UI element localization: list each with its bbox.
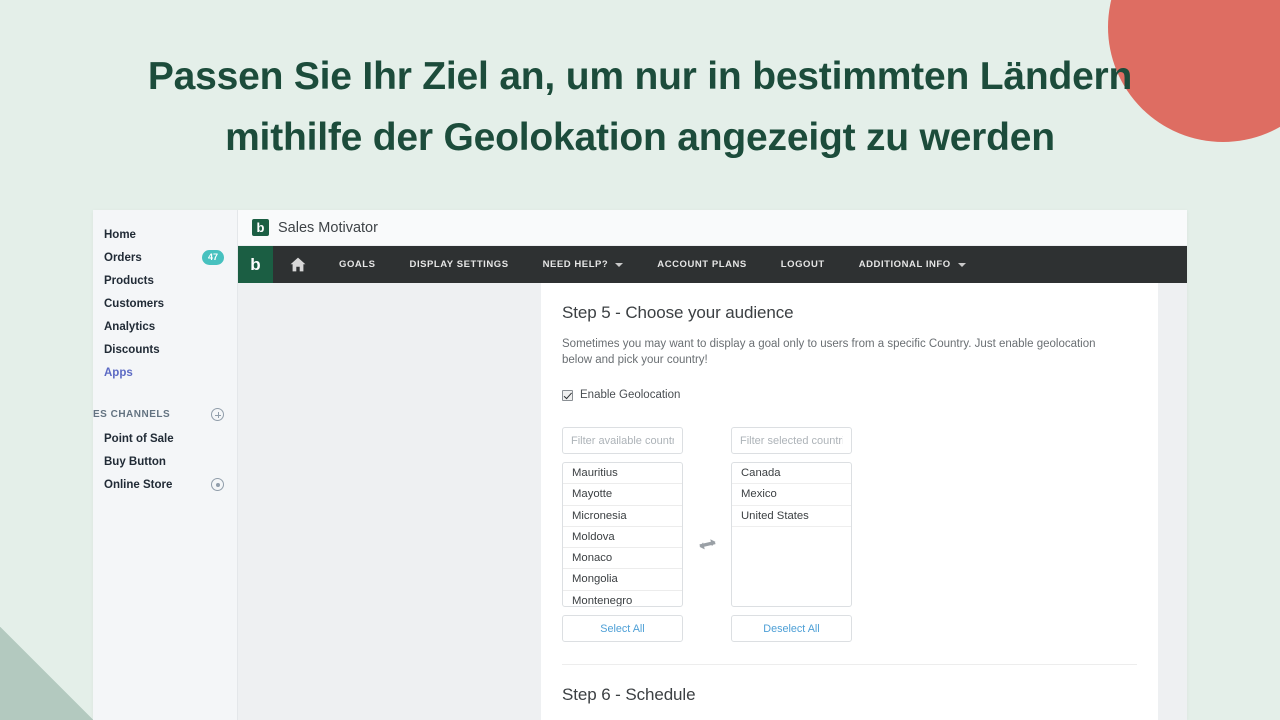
list-item[interactable]: Canada (732, 463, 851, 485)
eye-icon[interactable] (211, 478, 224, 491)
swap-arrows-icon[interactable] (683, 427, 731, 552)
app-window: Home Orders 47 Products Customers Analyt… (93, 210, 1187, 720)
sidebar-item-buy-button[interactable]: Buy Button (93, 450, 237, 473)
list-item[interactable]: Monaco (563, 548, 682, 570)
admin-sidebar: Home Orders 47 Products Customers Analyt… (93, 210, 238, 720)
app-main-region: b Sales Motivator b GOALS DISPLAY SETTIN… (238, 210, 1187, 720)
nav-link-goals[interactable]: GOALS (322, 246, 393, 283)
select-all-button[interactable]: Select All (562, 615, 683, 642)
list-item[interactable]: Micronesia (563, 506, 682, 527)
sidebar-item-label: Apps (104, 366, 133, 379)
sidebar-item-label: Customers (104, 297, 165, 310)
list-item[interactable]: United States (732, 506, 851, 527)
nav-link-account-plans[interactable]: ACCOUNT PLANS (640, 246, 763, 283)
sidebar-item-point-of-sale[interactable]: Point of Sale (93, 427, 237, 450)
list-item[interactable]: Mauritius (563, 463, 682, 485)
nav-link-label: LOGOUT (780, 259, 825, 270)
available-countries-column: Mauritius Mayotte Micronesia Moldova Mon… (562, 427, 683, 642)
sidebar-item-label: Buy Button (104, 455, 166, 468)
decorative-sage-triangle (0, 627, 93, 720)
available-countries-list[interactable]: Mauritius Mayotte Micronesia Moldova Mon… (562, 462, 683, 607)
step-6-section: Step 6 - Schedule If you want to show yo… (541, 665, 1158, 720)
nav-link-label: DISPLAY SETTINGS (409, 259, 509, 270)
plus-circle-icon[interactable] (211, 408, 224, 421)
step-5-title: Step 5 - Choose your audience (562, 303, 794, 322)
selected-countries-filter-input[interactable] (731, 427, 852, 454)
app-logo-icon: b (252, 219, 269, 236)
nav-link-need-help[interactable]: NEED HELP? (526, 246, 641, 283)
nav-link-display-settings[interactable]: DISPLAY SETTINGS (393, 246, 526, 283)
navbar-brand-icon[interactable]: b (238, 246, 273, 283)
sales-channels-label: ES CHANNELS (93, 409, 171, 420)
app-navbar: b GOALS DISPLAY SETTINGS NEED HELP? ACCO… (238, 246, 1187, 283)
list-item[interactable]: Mayotte (563, 484, 682, 506)
enable-geolocation-label: Enable Geolocation (580, 389, 681, 401)
sidebar-item-label: Orders (104, 251, 142, 264)
country-dual-list-picker: Mauritius Mayotte Micronesia Moldova Mon… (562, 427, 1137, 664)
sidebar-item-label: Discounts (104, 343, 160, 356)
sidebar-item-label: Point of Sale (104, 432, 174, 445)
home-icon[interactable] (273, 246, 322, 283)
page-headline: Passen Sie Ihr Ziel an, um nur in bestim… (0, 46, 1280, 168)
deselect-all-button[interactable]: Deselect All (731, 615, 852, 642)
goal-settings-card: Step 5 - Choose your audience Sometimes … (541, 283, 1158, 720)
sidebar-item-orders[interactable]: Orders 47 (93, 246, 237, 269)
sidebar-item-apps[interactable]: Apps (93, 361, 237, 384)
selected-countries-column: Canada Mexico United States Deselect All (731, 427, 852, 642)
app-titlebar: b Sales Motivator (238, 210, 1187, 246)
app-title: Sales Motivator (278, 219, 378, 236)
nav-link-label: GOALS (339, 259, 376, 270)
list-item[interactable]: Moldova (563, 527, 682, 549)
nav-link-label: NEED HELP? (542, 259, 609, 270)
nav-link-additional-info[interactable]: ADDITIONAL INFO (842, 246, 983, 283)
headline-line-1: Passen Sie Ihr Ziel an, um nur in bestim… (147, 55, 1133, 98)
list-item[interactable]: Montenegro (563, 591, 682, 606)
sidebar-item-label: Products (104, 274, 154, 287)
sidebar-item-online-store[interactable]: Online Store (93, 473, 237, 496)
step-5-section: Step 5 - Choose your audience Sometimes … (541, 283, 1158, 664)
sidebar-item-customers[interactable]: Customers (93, 292, 237, 315)
sidebar-section-sales-channels: ES CHANNELS (93, 402, 237, 427)
sidebar-item-home[interactable]: Home (93, 223, 237, 246)
available-countries-filter-input[interactable] (562, 427, 683, 454)
enable-geolocation-row[interactable]: Enable Geolocation (562, 389, 1137, 401)
list-item[interactable]: Mongolia (563, 569, 682, 591)
nav-link-label: ACCOUNT PLANS (657, 259, 747, 270)
content-gutter-left (238, 283, 541, 720)
sidebar-item-label: Home (104, 228, 136, 241)
content-gutter-right (1158, 283, 1187, 720)
chevron-down-icon (957, 262, 966, 267)
sidebar-item-analytics[interactable]: Analytics (93, 315, 237, 338)
sidebar-item-products[interactable]: Products (93, 269, 237, 292)
chevron-down-icon (615, 262, 624, 267)
app-content-region: Step 5 - Choose your audience Sometimes … (238, 283, 1187, 720)
sidebar-item-label: Online Store (104, 478, 173, 491)
nav-link-label: ADDITIONAL INFO (858, 259, 951, 270)
list-item[interactable]: Mexico (732, 484, 851, 506)
step-5-description: Sometimes you may want to display a goal… (562, 338, 1096, 366)
step-6-title: Step 6 - Schedule (562, 685, 696, 704)
nav-link-logout[interactable]: LOGOUT (764, 246, 842, 283)
orders-count-badge: 47 (201, 250, 224, 265)
enable-geolocation-checkbox[interactable] (562, 389, 573, 401)
headline-line-2: mithilfe der Geolokation angezeigt zu we… (225, 116, 1055, 159)
sidebar-item-discounts[interactable]: Discounts (93, 338, 237, 361)
selected-countries-list[interactable]: Canada Mexico United States (731, 462, 852, 607)
sidebar-item-label: Analytics (104, 320, 156, 333)
